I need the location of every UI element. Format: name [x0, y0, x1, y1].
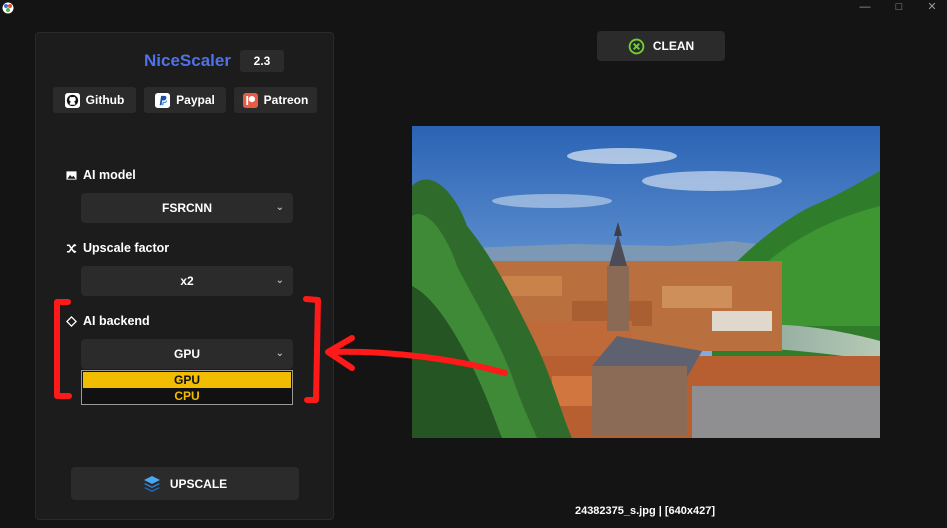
github-label: Github: [85, 93, 125, 107]
ai-backend-label-text: AI backend: [83, 314, 150, 328]
ai-backend-select[interactable]: GPU ⌄: [81, 339, 293, 369]
chevron-down-icon: ⌄: [275, 275, 284, 286]
upscale-factor-label-text: Upscale factor: [83, 241, 170, 255]
close-button[interactable]: ✕: [917, 0, 947, 16]
patreon-icon: [242, 92, 258, 108]
minimize-button[interactable]: —: [850, 0, 880, 16]
dropdown-option-cpu[interactable]: CPU: [82, 388, 292, 404]
paypal-icon: [155, 92, 171, 108]
patreon-button[interactable]: Patreon: [234, 87, 317, 113]
landscape-photo: [412, 126, 880, 438]
close-circle-icon: [628, 38, 645, 54]
upscale-factor-value: x2: [180, 274, 194, 288]
dropdown-option-gpu[interactable]: GPU: [83, 372, 291, 388]
image-preview: [412, 126, 880, 438]
paypal-label: Paypal: [176, 93, 215, 107]
ai-model-value: FSRCNN: [162, 201, 212, 215]
upscale-factor-select[interactable]: x2 ⌄: [81, 266, 293, 296]
ai-model-select[interactable]: FSRCNN ⌄: [81, 193, 293, 223]
title-bar: — □ ✕: [0, 0, 947, 16]
image-icon: [66, 170, 77, 180]
app-title: NiceScaler: [144, 51, 231, 70]
ai-backend-value: GPU: [173, 347, 200, 361]
github-icon: [64, 92, 80, 108]
maximize-button[interactable]: □: [884, 0, 914, 16]
patreon-label: Patreon: [263, 93, 309, 107]
upscale-label: UPSCALE: [169, 476, 228, 491]
clean-label: CLEAN: [652, 39, 695, 53]
app-logo-icon: [2, 2, 14, 14]
file-info: 24382375_s.jpg | [640x427]: [574, 505, 716, 517]
upscale-button[interactable]: UPSCALE: [71, 467, 299, 500]
clean-button[interactable]: CLEAN: [597, 31, 725, 61]
chevron-down-icon: ⌄: [275, 202, 284, 213]
chevron-down-icon: ⌄: [275, 348, 284, 359]
shuffle-icon: [66, 243, 77, 253]
ai-backend-dropdown: GPU CPU: [81, 370, 293, 405]
diamond-icon: [66, 315, 77, 327]
paypal-button[interactable]: Paypal: [144, 87, 226, 113]
ai-model-label-text: AI model: [83, 168, 136, 182]
github-button[interactable]: Github: [53, 87, 136, 113]
ai-backend-label: AI backend: [66, 314, 150, 328]
version-badge: 2.3: [240, 50, 284, 72]
ai-model-label: AI model: [66, 168, 136, 182]
layers-icon: [143, 475, 160, 492]
upscale-factor-label: Upscale factor: [66, 241, 169, 255]
settings-panel: NiceScaler 2.3 Github Paypal Patreon AI: [35, 32, 334, 520]
